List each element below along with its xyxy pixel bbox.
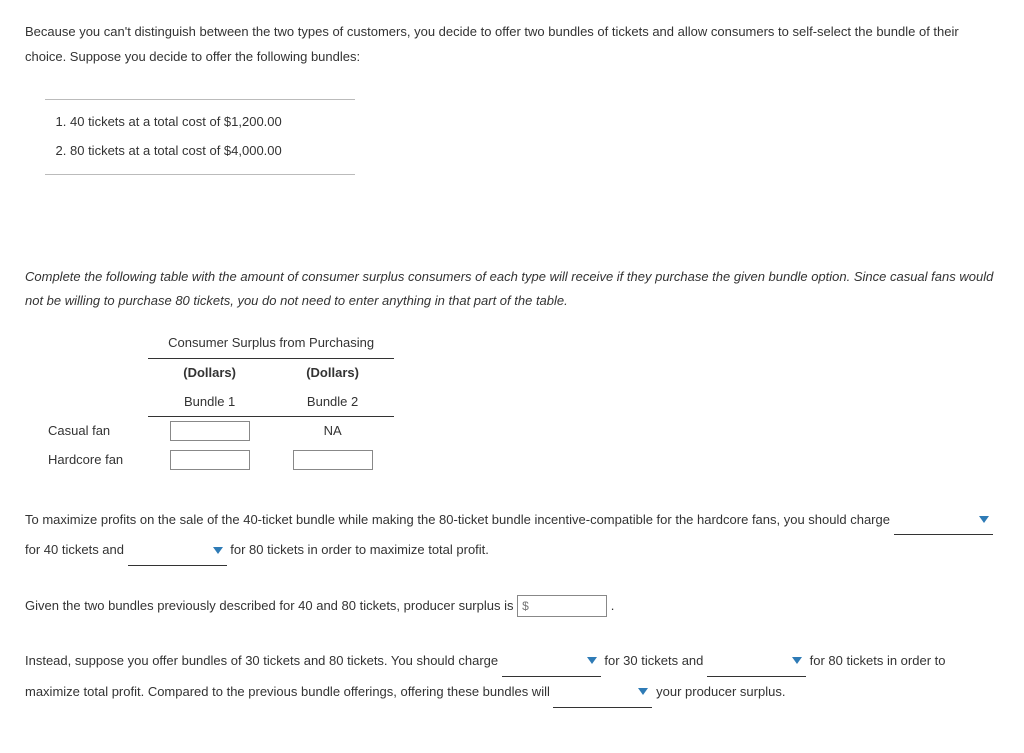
row-casual-label: Casual fan [40, 417, 148, 446]
p2-text-b: . [611, 598, 615, 613]
row-hardcore-label: Hardcore fan [40, 446, 148, 475]
p1-text-c: for 80 tickets in order to maximize tota… [230, 542, 489, 557]
p3-text-b: for 30 tickets and [604, 653, 707, 668]
p1-text-b: for 40 tickets and [25, 542, 128, 557]
paragraph-1: To maximize profits on the sale of the 4… [25, 505, 999, 567]
col1-label: Bundle 1 [148, 388, 271, 417]
p3-text-a: Instead, suppose you offer bundles of 30… [25, 653, 502, 668]
p2-text-a: Given the two bundles previously describ… [25, 598, 517, 613]
consumer-surplus-table: Consumer Surplus from Purchasing (Dollar… [40, 329, 394, 474]
charge-40-dropdown[interactable] [894, 505, 993, 536]
bundle-item-2: 80 tickets at a total cost of $4,000.00 [70, 137, 355, 166]
casual-bundle2-na: NA [271, 417, 394, 446]
chevron-down-icon [587, 657, 597, 664]
chevron-down-icon [213, 547, 223, 554]
col1-unit: (Dollars) [148, 358, 271, 387]
table-title: Consumer Surplus from Purchasing [148, 329, 394, 358]
chevron-down-icon [979, 516, 989, 523]
chevron-down-icon [638, 688, 648, 695]
hardcore-bundle2-input[interactable] [293, 450, 373, 470]
col2-unit: (Dollars) [271, 358, 394, 387]
p1-text-a: To maximize profits on the sale of the 4… [25, 512, 894, 527]
paragraph-2: Given the two bundles previously describ… [25, 591, 999, 621]
col2-label: Bundle 2 [271, 388, 394, 417]
producer-surplus-input[interactable] [517, 595, 607, 617]
table-instruction: Complete the following table with the am… [25, 265, 999, 314]
hardcore-bundle1-input[interactable] [170, 450, 250, 470]
charge-80-dropdown[interactable] [128, 535, 227, 566]
p3-text-d: your producer surplus. [656, 684, 785, 699]
bundle-item-1: 40 tickets at a total cost of $1,200.00 [70, 108, 355, 137]
bundle-list-box: 40 tickets at a total cost of $1,200.00 … [45, 99, 355, 174]
paragraph-3: Instead, suppose you offer bundles of 30… [25, 646, 999, 708]
surplus-effect-dropdown[interactable] [553, 677, 652, 708]
chevron-down-icon [792, 657, 802, 664]
casual-bundle1-input[interactable] [170, 421, 250, 441]
intro-text: Because you can't distinguish between th… [25, 20, 999, 69]
